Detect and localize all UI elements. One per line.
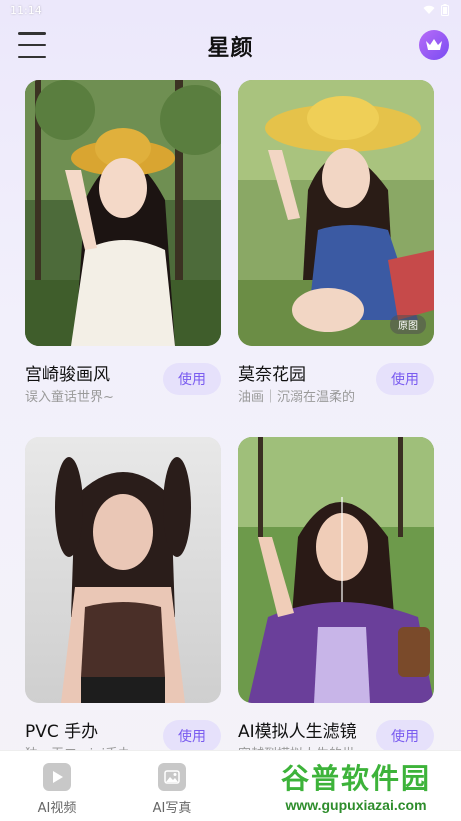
image-icon xyxy=(158,763,186,791)
style-name: AI模拟人生滤镜 xyxy=(238,722,357,742)
style-preview-image[interactable] xyxy=(238,437,434,703)
page-title: 星颜 xyxy=(207,36,254,61)
nav-label: AI视频 xyxy=(37,801,77,816)
use-button[interactable]: 使用 xyxy=(163,720,221,752)
style-description: 误入童话世界~ xyxy=(25,390,114,405)
style-name: PVC 手办 xyxy=(25,722,99,742)
style-name: 莫奈花园 xyxy=(238,365,306,385)
status-icons xyxy=(423,4,449,16)
style-card-pvc[interactable]: PVC 手办 独一无二mini手办 使用 xyxy=(25,437,221,762)
use-button[interactable]: 使用 xyxy=(163,363,221,395)
style-card-ghibli[interactable]: 宫崎骏画风 误入童话世界~ 使用 xyxy=(25,80,221,405)
style-preview-image[interactable]: 原图 xyxy=(238,80,434,346)
style-preview-image[interactable] xyxy=(25,437,221,703)
watermark-text: 谷普软件园 xyxy=(280,762,431,795)
play-icon xyxy=(43,763,71,791)
crown-icon[interactable] xyxy=(419,30,449,60)
site-watermark: 谷普软件园 www.gupuxiazai.com xyxy=(251,752,461,818)
style-card-monet[interactable]: 原图 莫奈花园 油画｜沉溺在温柔的 使用 xyxy=(238,80,434,405)
status-bar: 11:14 xyxy=(0,0,461,20)
nav-label: AI写真 xyxy=(152,801,192,816)
wifi-icon xyxy=(423,5,435,14)
style-card-sims[interactable]: AI模拟人生滤镜 穿越到模拟人生的世 使用 xyxy=(238,437,434,762)
app-header: 星颜 xyxy=(0,22,461,70)
original-badge[interactable]: 原图 xyxy=(390,315,426,334)
style-preview-image[interactable] xyxy=(25,80,221,346)
battery-icon xyxy=(441,4,449,16)
use-button[interactable]: 使用 xyxy=(376,720,434,752)
status-time: 11:14 xyxy=(10,3,42,17)
style-description: 油画｜沉溺在温柔的 xyxy=(238,390,356,405)
style-name: 宫崎骏画风 xyxy=(25,365,110,385)
nav-item-ai-portrait[interactable]: AI写真 xyxy=(137,763,207,816)
menu-icon[interactable] xyxy=(18,32,46,58)
nav-item-ai-video[interactable]: AI视频 xyxy=(22,763,92,816)
watermark-url: www.gupuxiazai.com xyxy=(285,797,427,813)
use-button[interactable]: 使用 xyxy=(376,363,434,395)
